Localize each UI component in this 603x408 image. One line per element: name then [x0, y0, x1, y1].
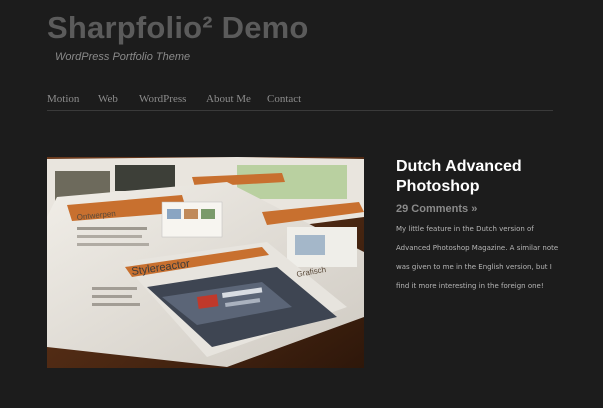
main-navigation: Motion Web WordPress About Me Contact: [47, 93, 553, 111]
site-title[interactable]: Sharpfolio² Demo: [47, 10, 309, 46]
featured-image[interactable]: Stylereactor Ontwerpen Grafisch: [47, 157, 364, 368]
nav-item-contact[interactable]: Contact: [267, 93, 301, 105]
nav-item-web[interactable]: Web: [98, 93, 118, 105]
nav-item-wordpress[interactable]: WordPress: [139, 93, 186, 105]
site-tagline: WordPress Portfolio Theme: [55, 51, 191, 63]
nav-item-about-me[interactable]: About Me: [206, 93, 251, 105]
nav-item-motion[interactable]: Motion: [47, 93, 79, 105]
post-title[interactable]: Dutch Advanced Photoshop: [396, 157, 556, 197]
magazine-photo: Stylereactor Ontwerpen Grafisch: [47, 157, 364, 368]
comments-link[interactable]: 29 Comments »: [396, 203, 477, 215]
post-excerpt: My little feature in the Dutch version o…: [396, 225, 559, 290]
